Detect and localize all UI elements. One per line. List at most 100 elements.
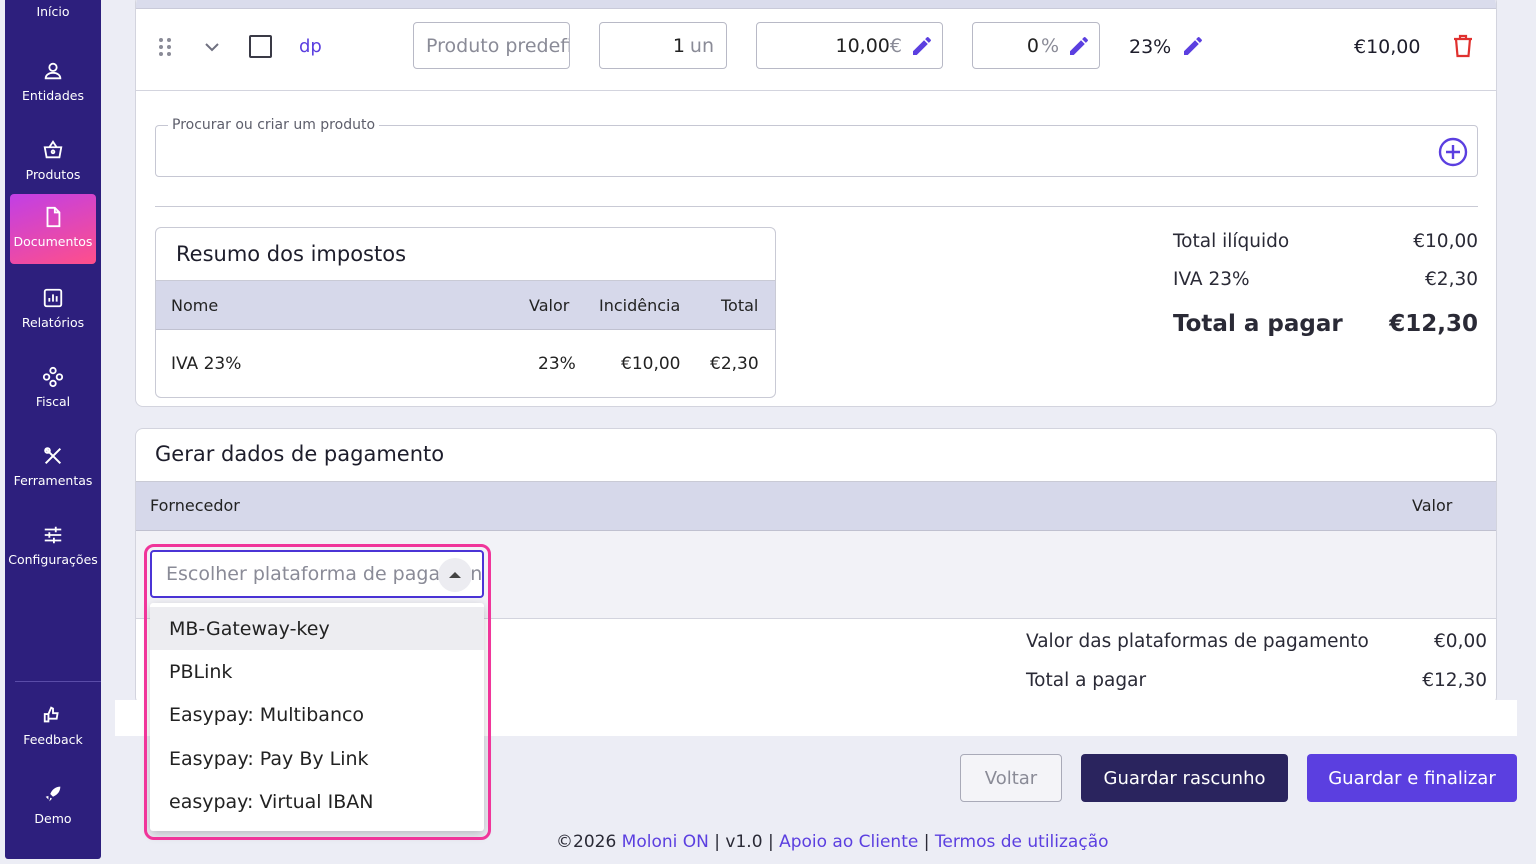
sidebar-item-documentos[interactable]: Documentos [10, 194, 96, 264]
save-finalize-button[interactable]: Guardar e finalizar [1307, 754, 1517, 802]
menu-item-pblink[interactable]: PBLink [150, 650, 484, 693]
line-checkbox[interactable] [249, 35, 272, 58]
sidebar-item-produtos[interactable]: Produtos [10, 127, 96, 197]
product-search-label: Procurar ou criar um produto [168, 117, 380, 133]
sidebar-item-relatorios[interactable]: Relatórios [10, 275, 96, 345]
line-reference[interactable]: dp [299, 36, 322, 57]
payment-title: Gerar dados de pagamento [155, 442, 445, 466]
col-valor: Valor [1412, 496, 1453, 515]
menu-item-mb-gateway[interactable]: MB-Gateway-key [150, 607, 484, 650]
sidebar-item-label: Produtos [25, 167, 81, 182]
payment-table-header: Fornecedor Valor [136, 481, 1496, 531]
menu-item-easypay-multibanco[interactable]: Easypay: Multibanco [150, 693, 484, 736]
line-tax: 23% [1129, 36, 1172, 58]
menu-item-label: MB-Gateway-key [169, 617, 330, 640]
edit-pencil-icon[interactable] [910, 34, 934, 58]
net-total-value: €10,00 [1413, 231, 1478, 252]
tools-icon [44, 447, 62, 465]
quantity-input[interactable]: 1 un [599, 22, 727, 69]
caret-up-icon[interactable] [438, 558, 472, 592]
tax-summary-title: Resumo dos impostos [176, 242, 407, 266]
sidebar-item-entidades[interactable]: Entidades [10, 48, 96, 118]
add-product-icon[interactable] [1437, 136, 1469, 168]
footer-copyright: ©2026 [556, 832, 617, 852]
footer-support-link[interactable]: Apoio ao Cliente [779, 832, 918, 852]
thumbs-icon [43, 706, 59, 723]
quantity-value: 1 [672, 34, 685, 57]
sidebar-item-fiscal[interactable]: Fiscal [10, 354, 96, 424]
col-nome: Nome [171, 296, 219, 315]
menu-item-label: easypay: Virtual IBAN [169, 790, 374, 813]
table-row: dp Produto predefinido 1 un 10,00 € 0 % … [136, 9, 1496, 91]
product-name-placeholder: Produto predefinido [426, 34, 569, 57]
menu-item-label: Easypay: Multibanco [169, 703, 365, 726]
sidebar-item-demo[interactable]: Demo [10, 771, 96, 841]
footer-separator: | [767, 832, 774, 852]
vat-total-label: IVA 23% [1173, 269, 1250, 290]
sidebar-item-label: Demo [34, 811, 72, 826]
sidebar-item-label: Ferramentas [13, 473, 93, 488]
fiscal-icon [42, 366, 64, 388]
tax-row-name[interactable]: IVA 23% [171, 354, 241, 374]
discount-input[interactable]: 0 % [972, 22, 1100, 69]
save-draft-button[interactable]: Guardar rascunho [1081, 754, 1288, 802]
sliders-icon [44, 526, 62, 544]
sidebar-item-label: Entidades [22, 88, 84, 103]
edit-pencil-icon[interactable] [1181, 34, 1205, 58]
line-total: €10,00 [1354, 36, 1421, 58]
tax-row-value: 23% [538, 354, 576, 374]
back-button[interactable]: Voltar [960, 754, 1062, 802]
discount-unit: % [1040, 34, 1059, 57]
sidebar-item-label: Feedback [23, 732, 83, 747]
payment-platform-select[interactable]: Escolher plataforma de pagamento [150, 550, 484, 598]
vat-total-value: €2,30 [1425, 269, 1478, 290]
product-search-input[interactable]: Procurar ou criar um produto [155, 117, 1478, 177]
col-fornecedor: Fornecedor [150, 496, 240, 515]
menu-item-easypay-virtual-iban[interactable]: easypay: Virtual IBAN [150, 780, 484, 823]
divider [155, 206, 1478, 207]
chevron-down-icon[interactable] [204, 39, 220, 55]
user-icon [44, 62, 62, 80]
footer-brand-link[interactable]: Moloni ON [622, 832, 709, 852]
footer-separator: | [923, 832, 930, 852]
sidebar-item-inicio[interactable]: Início [10, 4, 96, 19]
table-header-band [136, 0, 1496, 9]
sidebar: Início Entidades Produtos Documentos Rel… [5, 0, 101, 859]
sidebar-item-feedback[interactable]: Feedback [10, 692, 96, 762]
edit-pencil-icon[interactable] [1067, 34, 1091, 58]
tax-summary: Resumo dos impostos Nome Valor Incidênci… [155, 227, 776, 398]
tax-row-total: €2,30 [710, 354, 759, 374]
sidebar-item-label: Documentos [13, 234, 93, 249]
payment-platform-placeholder: Escolher plataforma de pagamento [166, 563, 484, 585]
footer-version: v1.0 [725, 832, 763, 852]
platforms-value-label: Valor das plataformas de pagamento [1026, 631, 1369, 652]
menu-item-label: PBLink [169, 660, 233, 683]
tax-summary-header: Nome Valor Incidência Total [156, 280, 775, 330]
net-total-label: Total ilíquido [1173, 231, 1290, 252]
drag-handle-icon[interactable] [158, 37, 172, 57]
sidebar-item-label: Relatórios [21, 315, 85, 330]
sidebar-item-ferramentas[interactable]: Ferramentas [10, 433, 96, 503]
sidebar-item-label: Configurações [8, 552, 98, 567]
menu-item-label: Easypay: Pay By Link [169, 747, 369, 770]
payment-total-value: €12,30 [1422, 670, 1487, 691]
payment-platform-menu: MB-Gateway-key PBLink Easypay: Multibanc… [150, 603, 484, 831]
col-incidencia: Incidência [599, 296, 681, 315]
price-unit: € [889, 34, 902, 57]
price-value: 10,00 [835, 34, 890, 57]
footer-terms-link[interactable]: Termos de utilização [935, 832, 1109, 852]
chart-icon [43, 288, 63, 308]
col-total: Total [721, 296, 759, 315]
menu-item-easypay-paybylink[interactable]: Easypay: Pay By Link [150, 737, 484, 780]
price-input[interactable]: 10,00 € [756, 22, 943, 69]
document-lines-card: dp Produto predefinido 1 un 10,00 € 0 % … [135, 0, 1497, 407]
sidebar-item-configuracoes[interactable]: Configurações [8, 512, 98, 582]
basket-icon [43, 140, 63, 159]
sidebar-item-label: Fiscal [35, 394, 71, 409]
sidebar-item-label: Início [36, 4, 70, 19]
footer: ©2026 Moloni ON | v1.0 | Apoio ao Client… [556, 832, 1109, 852]
trash-icon[interactable] [1452, 33, 1474, 59]
product-name-input[interactable]: Produto predefinido [413, 22, 570, 69]
document-icon [46, 206, 61, 228]
rocket-icon [45, 786, 61, 802]
